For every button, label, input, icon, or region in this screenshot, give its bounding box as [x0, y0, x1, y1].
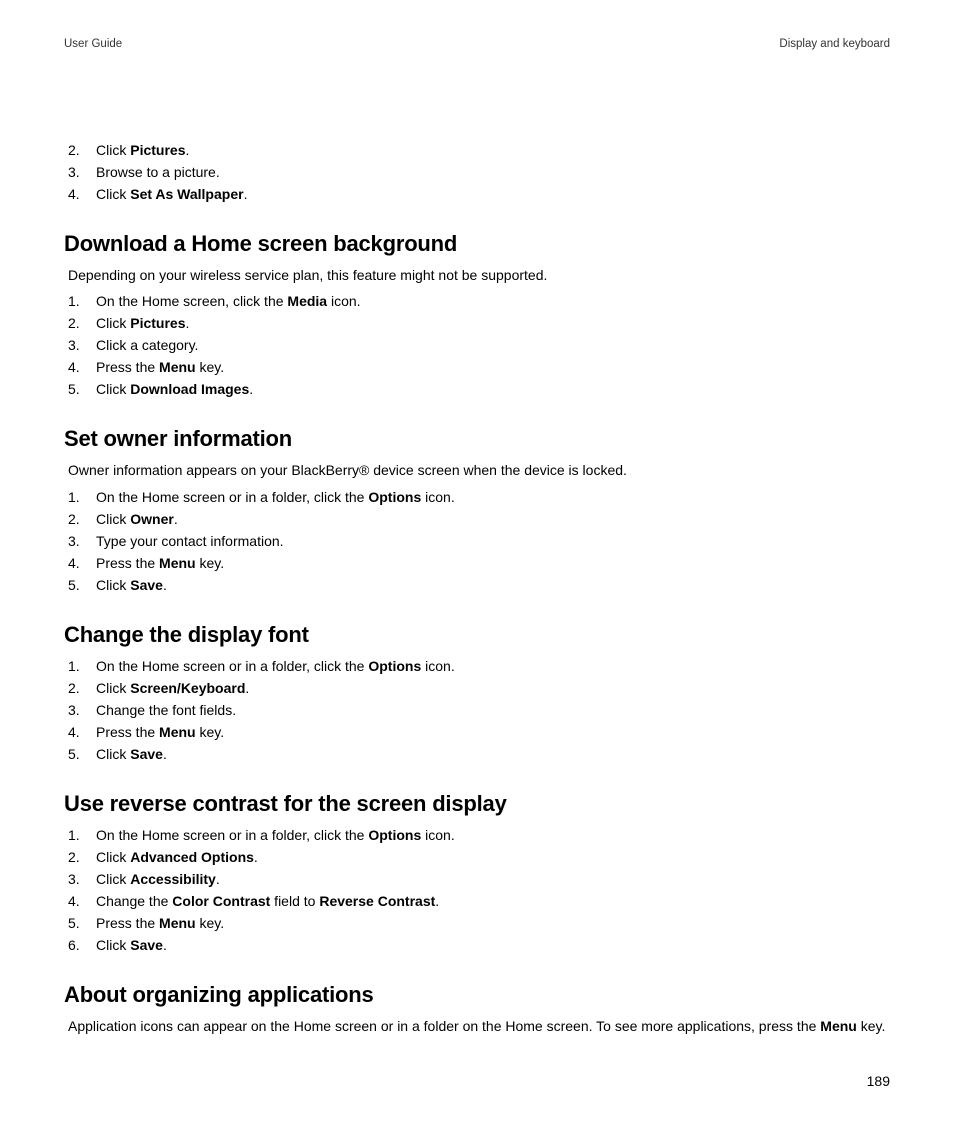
- section: About organizing applications Application…: [64, 982, 890, 1036]
- step-text: Click Pictures.: [96, 313, 890, 334]
- step-item: 2. Click Screen/Keyboard.: [68, 678, 890, 699]
- step-item: 4. Press the Menu key.: [68, 357, 890, 378]
- step-item: 4. Press the Menu key.: [68, 722, 890, 743]
- step-item: 4. Click Set As Wallpaper.: [68, 184, 890, 205]
- step-number: 1.: [68, 656, 82, 677]
- step-item: 5. Press the Menu key.: [68, 913, 890, 934]
- step-number: 2.: [68, 509, 82, 530]
- section: Set owner information Owner information a…: [64, 426, 890, 595]
- step-text: Click Pictures.: [96, 140, 890, 161]
- section-intro: Application icons can appear on the Home…: [68, 1016, 890, 1036]
- step-item: 4. Press the Menu key.: [68, 553, 890, 574]
- section-intro: Owner information appears on your BlackB…: [68, 460, 890, 480]
- step-item: 2. Click Owner.: [68, 509, 890, 530]
- step-number: 4.: [68, 357, 82, 378]
- section-title: Use reverse contrast for the screen disp…: [64, 791, 890, 817]
- step-number: 5.: [68, 744, 82, 765]
- step-item: 5. Click Save.: [68, 575, 890, 596]
- section-title: Set owner information: [64, 426, 890, 452]
- page-header: User Guide Display and keyboard: [64, 38, 890, 50]
- step-text: Browse to a picture.: [96, 162, 890, 183]
- step-item: 5. Click Download Images.: [68, 379, 890, 400]
- step-text: Click Save.: [96, 575, 890, 596]
- section-title: Download a Home screen background: [64, 231, 890, 257]
- intro-steps: 2.Click Pictures.3.Browse to a picture.4…: [64, 140, 890, 205]
- step-item: 1. On the Home screen, click the Media ic…: [68, 291, 890, 312]
- step-number: 3.: [68, 869, 82, 890]
- step-text: On the Home screen, click the Media icon…: [96, 291, 890, 312]
- step-number: 5.: [68, 379, 82, 400]
- step-item: 5. Click Save.: [68, 744, 890, 765]
- section: Download a Home screen background Dependi…: [64, 231, 890, 400]
- step-text: Change the font fields.: [96, 700, 890, 721]
- section-steps: 1. On the Home screen, click the Media ic…: [64, 291, 890, 400]
- step-text: On the Home screen or in a folder, click…: [96, 487, 890, 508]
- step-text: Click Accessibility.: [96, 869, 890, 890]
- step-text: Press the Menu key.: [96, 913, 890, 934]
- step-number: 4.: [68, 553, 82, 574]
- step-item: 1. On the Home screen or in a folder, cli…: [68, 825, 890, 846]
- step-number: 1.: [68, 487, 82, 508]
- header-right: Display and keyboard: [779, 38, 890, 50]
- step-number: 6.: [68, 935, 82, 956]
- step-item: 3. Type your contact information.: [68, 531, 890, 552]
- step-text: Click Owner.: [96, 509, 890, 530]
- step-number: 3.: [68, 335, 82, 356]
- section: Use reverse contrast for the screen disp…: [64, 791, 890, 956]
- step-number: 5.: [68, 575, 82, 596]
- step-text: Click Screen/Keyboard.: [96, 678, 890, 699]
- step-item: 3. Change the font fields.: [68, 700, 890, 721]
- step-item: 1. On the Home screen or in a folder, cli…: [68, 487, 890, 508]
- header-left: User Guide: [64, 38, 122, 50]
- step-number: 1.: [68, 291, 82, 312]
- step-item: 3. Browse to a picture.: [68, 162, 890, 183]
- section: Change the display font 1. On the Home scr…: [64, 622, 890, 765]
- step-text: Click Download Images.: [96, 379, 890, 400]
- section-intro: Depending on your wireless service plan,…: [68, 265, 890, 285]
- step-number: 2.: [68, 313, 82, 334]
- step-item: 3. Click Accessibility.: [68, 869, 890, 890]
- page-number: 189: [867, 1073, 890, 1089]
- step-item: 2. Click Advanced Options.: [68, 847, 890, 868]
- step-item: 4. Change the Color Contrast field to Rev…: [68, 891, 890, 912]
- section-steps: 1. On the Home screen or in a folder, cli…: [64, 656, 890, 765]
- step-text: Click a category.: [96, 335, 890, 356]
- step-number: 3.: [68, 700, 82, 721]
- step-number: 1.: [68, 825, 82, 846]
- step-number: 5.: [68, 913, 82, 934]
- step-item: 6. Click Save.: [68, 935, 890, 956]
- step-number: 4.: [68, 722, 82, 743]
- step-number: 4.: [68, 184, 82, 205]
- step-text: Click Save.: [96, 744, 890, 765]
- page-body: 2.Click Pictures.3.Browse to a picture.4…: [64, 140, 890, 1036]
- step-item: 1. On the Home screen or in a folder, cli…: [68, 656, 890, 677]
- step-text: Click Advanced Options.: [96, 847, 890, 868]
- step-number: 3.: [68, 531, 82, 552]
- step-item: 3. Click a category.: [68, 335, 890, 356]
- step-text: Press the Menu key.: [96, 722, 890, 743]
- step-text: On the Home screen or in a folder, click…: [96, 825, 890, 846]
- intro-steps-section: 2.Click Pictures.3.Browse to a picture.4…: [64, 140, 890, 205]
- step-item: 2. Click Pictures.: [68, 313, 890, 334]
- step-text: Click Set As Wallpaper.: [96, 184, 890, 205]
- section-title: Change the display font: [64, 622, 890, 648]
- step-number: 2.: [68, 140, 82, 161]
- step-text: Click Save.: [96, 935, 890, 956]
- step-item: 2. Click Pictures.: [68, 140, 890, 161]
- section-steps: 1. On the Home screen or in a folder, cli…: [64, 825, 890, 956]
- step-number: 3.: [68, 162, 82, 183]
- step-text: Press the Menu key.: [96, 553, 890, 574]
- step-number: 4.: [68, 891, 82, 912]
- step-text: Press the Menu key.: [96, 357, 890, 378]
- step-number: 2.: [68, 678, 82, 699]
- step-text: Change the Color Contrast field to Rever…: [96, 891, 890, 912]
- step-text: On the Home screen or in a folder, click…: [96, 656, 890, 677]
- section-steps: 1. On the Home screen or in a folder, cli…: [64, 487, 890, 596]
- section-title: About organizing applications: [64, 982, 890, 1008]
- step-number: 2.: [68, 847, 82, 868]
- step-text: Type your contact information.: [96, 531, 890, 552]
